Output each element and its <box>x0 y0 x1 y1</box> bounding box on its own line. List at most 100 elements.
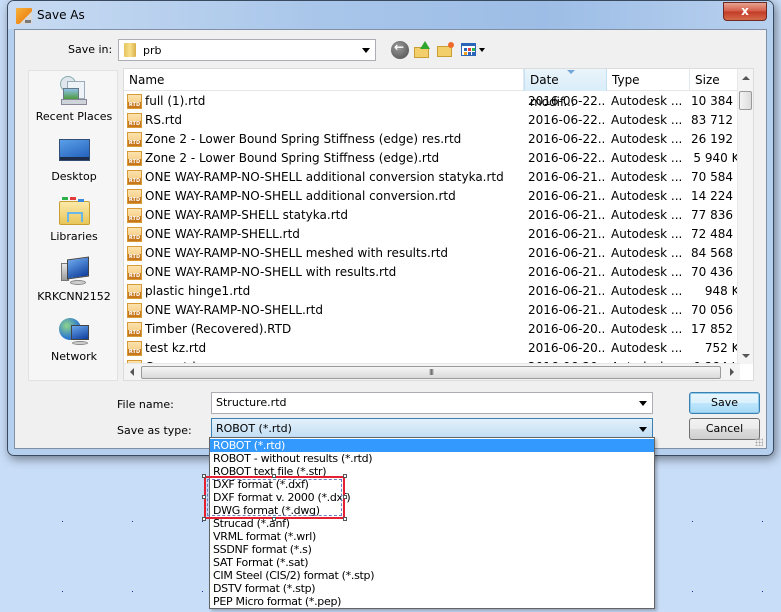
file-type: Autodesk ... <box>611 132 683 146</box>
grid-dot <box>202 591 203 592</box>
chevron-down-icon[interactable] <box>639 427 647 432</box>
chevron-down-icon[interactable] <box>639 401 647 406</box>
file-date-modified: 2016-06-21... <box>528 170 606 184</box>
views-menu-icon[interactable] <box>461 41 487 59</box>
file-row[interactable]: ONE WAY-RAMP-SHELL.rtd 2016-06-21... Autod… <box>124 225 740 244</box>
file-row[interactable]: Zone 2 - Lower Bound Spring Stiffness (e… <box>124 149 740 168</box>
file-name: ONE WAY-RAMP-NO-SHELL.rtd <box>145 303 324 317</box>
file-name: Zone 2 - Lower Bound Spring Stiffness (e… <box>145 151 440 165</box>
file-list[interactable]: Name Date modif... Type Size full (1).rt… <box>123 68 754 381</box>
file-date-modified: 2016-06-21... <box>528 227 606 241</box>
file-row[interactable]: ONE WAY-RAMP-SHELL statyka.rtd 2016-06-21… <box>124 206 740 225</box>
new-folder-icon[interactable] <box>437 41 455 59</box>
file-type: Autodesk ... <box>611 170 683 184</box>
scroll-up-icon[interactable] <box>742 76 750 80</box>
up-one-level-icon[interactable] <box>414 41 432 59</box>
file-date-modified: 2016-06-22... <box>528 94 606 108</box>
recent-places-icon <box>58 75 90 107</box>
save-button[interactable]: Save <box>689 392 760 414</box>
file-size: 70 056 KI <box>691 303 740 317</box>
grid-dot <box>762 521 763 522</box>
horizontal-scroll-thumb[interactable]: III <box>141 366 721 379</box>
file-row[interactable]: ONE WAY-RAMP-NO-SHELL with results.rtd 20… <box>124 263 740 282</box>
cancel-button[interactable]: Cancel <box>689 418 760 440</box>
file-row[interactable]: ONE WAY-RAMP-NO-SHELL additional convers… <box>124 187 740 206</box>
file-name: ONE WAY-RAMP-SHELL statyka.rtd <box>145 208 348 222</box>
scroll-down-icon[interactable] <box>742 354 750 358</box>
dropdown-option[interactable]: SSDNF format (*.s) <box>210 543 654 556</box>
file-size: 72 484 KI <box>691 227 740 241</box>
place-libraries[interactable]: Libraries <box>29 195 119 243</box>
place-recent-places[interactable]: Recent Places <box>29 75 119 123</box>
file-type: Autodesk ... <box>611 341 683 355</box>
dropdown-option[interactable]: CIM Steel (CIS/2) format (*.stp) <box>210 569 654 582</box>
dropdown-option[interactable]: DSTV format (*.stp) <box>210 582 654 595</box>
grid-dot <box>202 521 203 522</box>
back-arrow-icon[interactable] <box>391 40 409 59</box>
file-size: 10 384 KI <box>691 94 740 108</box>
file-date-modified: 2016-06-20... <box>528 322 606 336</box>
place-label: KRKCNN2152 <box>37 290 111 303</box>
file-name: Zone 2 - Lower Bound Spring Stiffness (e… <box>145 132 462 146</box>
network-icon <box>58 315 90 347</box>
file-row[interactable]: test kz.rtd 2016-06-20... Autodesk ... 752 … <box>124 339 740 358</box>
file-size: 70 436 KI <box>691 265 740 279</box>
column-header-name[interactable]: Name <box>124 69 524 91</box>
grid-dot <box>132 591 133 592</box>
file-row[interactable]: ONE WAY-RAMP-NO-SHELL meshed with result… <box>124 244 740 263</box>
file-name: ONE WAY-RAMP-NO-SHELL additional convers… <box>145 189 456 203</box>
dialog-title: Save As <box>37 8 85 22</box>
file-size: 5 940 KI <box>693 151 740 165</box>
scroll-right-icon[interactable] <box>730 368 734 376</box>
file-row[interactable]: ONE WAY-RAMP-NO-SHELL.rtd 2016-06-21... Au… <box>124 301 740 320</box>
annotation-highlight-box <box>202 474 347 521</box>
file-type: Autodesk ... <box>611 322 683 336</box>
place-label: Desktop <box>51 170 97 183</box>
grid-dot <box>692 521 693 522</box>
desktop-icon <box>58 135 90 167</box>
file-date-modified: 2016-06-20... <box>528 341 606 355</box>
dropdown-option[interactable]: SAT Format (*.sat) <box>210 556 654 569</box>
grid-dot <box>132 521 133 522</box>
file-row[interactable]: ONE WAY-RAMP-NO-SHELL additional convers… <box>124 168 740 187</box>
column-header-type[interactable]: Type <box>607 69 690 91</box>
grid-dot <box>62 521 63 522</box>
file-date-modified: 2016-06-21... <box>528 303 606 317</box>
file-name: RS.rtd <box>145 113 183 127</box>
file-row[interactable]: Zone 2 - Lower Bound Spring Stiffness (e… <box>124 130 740 149</box>
save-in-dropdown[interactable]: prb <box>118 39 376 61</box>
vertical-scroll-thumb[interactable] <box>739 91 752 110</box>
close-button[interactable]: x <box>723 2 767 21</box>
place-label: Network <box>51 350 97 363</box>
dropdown-option[interactable]: PEP Micro format (*.pep) <box>210 595 654 608</box>
file-list-header: Name Date modif... Type Size <box>124 69 745 109</box>
horizontal-scrollbar[interactable]: III <box>124 363 740 380</box>
column-header-date-modified[interactable]: Date modif... <box>524 69 607 109</box>
save-as-dialog: Save As x Save in: prb Recent Places Des… <box>7 0 774 456</box>
place-desktop[interactable]: Desktop <box>29 135 119 183</box>
file-date-modified: 2016-06-21... <box>528 189 606 203</box>
file-row[interactable]: RS.rtd 2016-06-22... Autodesk ... 83 712 KI <box>124 111 740 130</box>
grid-dot <box>762 591 763 592</box>
computer-icon <box>58 255 90 287</box>
place-network[interactable]: Network <box>29 315 119 363</box>
place-label: Recent Places <box>35 110 113 123</box>
dropdown-option[interactable]: VRML format (*.wrl) <box>210 530 654 543</box>
resize-grip[interactable] <box>755 438 763 446</box>
file-row[interactable]: plastic hinge1.rtd 2016-06-21... Autodesk … <box>124 282 740 301</box>
file-row[interactable]: Timber (Recovered).RTD 2016-06-20... Autod… <box>124 320 740 339</box>
dropdown-option[interactable]: ROBOT (*.rtd) <box>210 439 654 452</box>
place-computer[interactable]: KRKCNN2152 <box>29 255 119 303</box>
vertical-scrollbar[interactable] <box>737 69 753 364</box>
save-in-label: Save in: <box>68 43 113 56</box>
dropdown-option[interactable]: ROBOT - without results (*.rtd) <box>210 452 654 465</box>
file-name-label: File name: <box>117 398 174 411</box>
file-type: Autodesk ... <box>611 265 683 279</box>
file-name-input[interactable]: Structure.rtd <box>211 392 653 414</box>
file-type: Autodesk ... <box>611 113 683 127</box>
file-row[interactable]: full (1).rtd 2016-06-22... Autodesk ... 10 … <box>124 92 740 111</box>
file-name: ONE WAY-RAMP-NO-SHELL with results.rtd <box>145 265 397 279</box>
file-name: full (1).rtd <box>145 94 206 108</box>
save-as-type-options-list[interactable]: ROBOT (*.rtd) ROBOT - without results (*.… <box>209 437 655 609</box>
scroll-left-icon[interactable] <box>130 368 134 376</box>
